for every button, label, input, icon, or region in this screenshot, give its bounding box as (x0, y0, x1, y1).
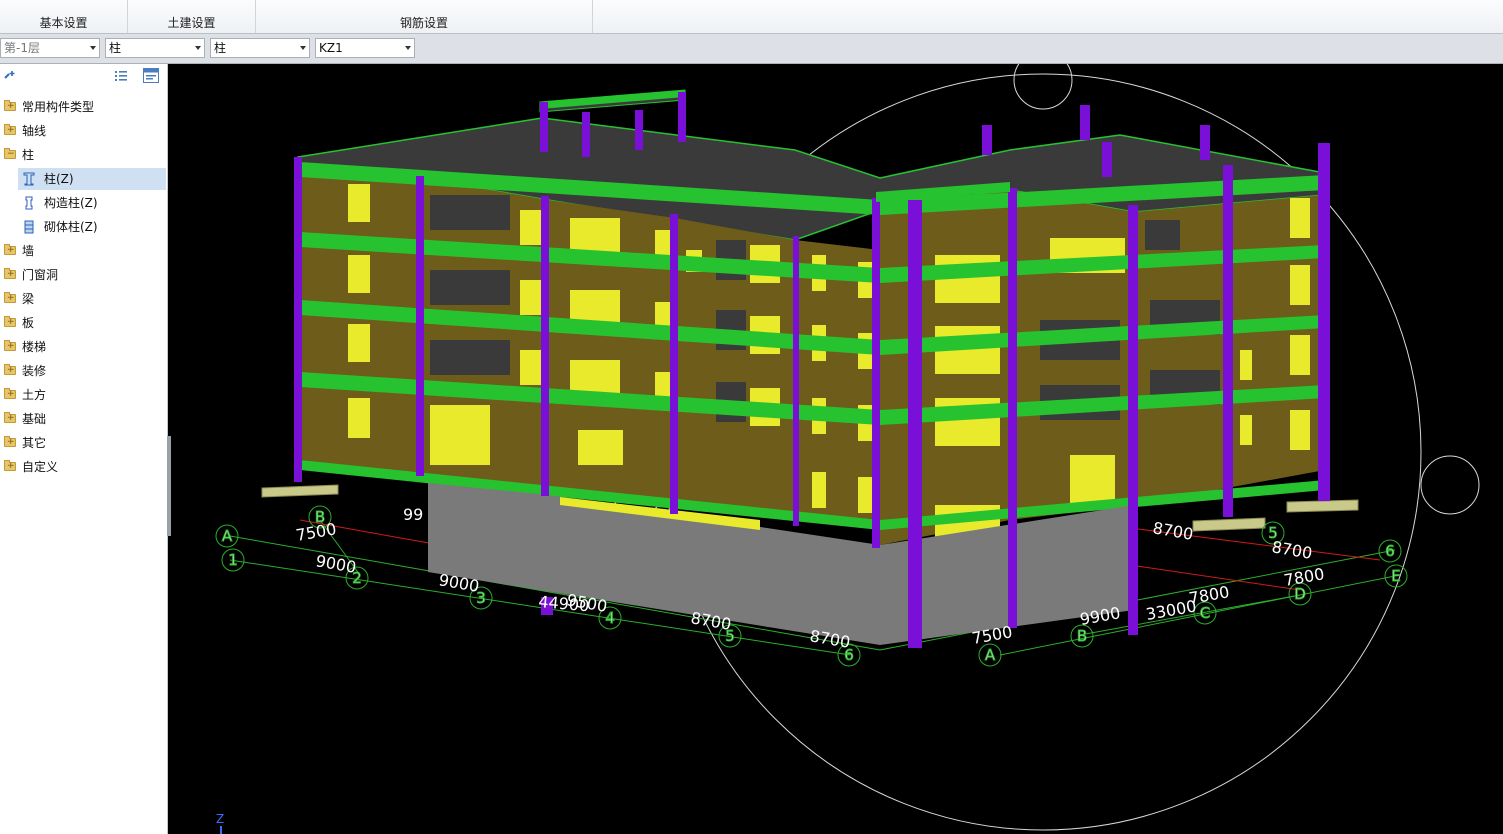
floor-select-value: 第-1层 (4, 41, 40, 55)
folder-icon: + (4, 316, 16, 327)
dim-label: 7500 (294, 519, 337, 545)
tree-node-label: 柱(Z) (44, 172, 74, 186)
axis-indicator: Z (216, 812, 224, 834)
axis-bubble-label: 6 (1385, 542, 1395, 560)
tree-node-masonry-column[interactable]: 砌体柱(Z) (0, 216, 166, 238)
ribbon-group-civil[interactable]: 土建设置 (128, 0, 256, 33)
tree-node-label: 轴线 (22, 124, 47, 138)
type-select-value: 柱 (214, 41, 227, 55)
component-select[interactable]: KZ1 (315, 38, 415, 58)
dim-label: 7800 (1282, 564, 1325, 590)
axis-bubble-label: 1 (228, 551, 238, 569)
folder-icon: + (4, 388, 16, 399)
axis-bubble-label: B (1077, 627, 1087, 645)
masonry-column-icon (24, 220, 34, 234)
tree-node-slab[interactable]: + 板 (0, 312, 166, 334)
orbit-handle-top[interactable] (1013, 64, 1073, 110)
tree-node-beam[interactable]: + 梁 (0, 288, 166, 310)
tree-node-label: 常用构件类型 (22, 100, 95, 114)
tree-node-axis[interactable]: + 轴线 (0, 120, 166, 142)
tree-node-column-z[interactable]: 柱(Z) (18, 168, 166, 190)
tree-node-label: 其它 (22, 436, 47, 450)
tree-node-label: 墙 (22, 244, 35, 258)
dim-label: 7800 (1187, 582, 1230, 608)
dim-label: 8700 (1270, 537, 1313, 563)
chevron-down-icon (405, 46, 411, 50)
folder-icon: + (4, 292, 16, 303)
tree-node-stairs[interactable]: + 楼梯 (0, 336, 166, 358)
tree-node-constructional-column[interactable]: 构造柱(Z) (0, 192, 166, 214)
category-select-value: 柱 (109, 41, 122, 55)
axis-bubble[interactable]: A (978, 643, 1002, 667)
axis-bubble[interactable]: 6 (1378, 539, 1402, 563)
tree-node-earthwork[interactable]: + 土方 (0, 384, 166, 406)
tree-node-custom[interactable]: + 自定义 (0, 456, 166, 478)
folder-icon: + (4, 364, 16, 375)
folder-icon: + (4, 412, 16, 423)
component-tree-panel: + 常用构件类型 + 轴线 − 柱 柱(Z) 构造柱(Z) 砌体柱(Z) + 墙 + 门窗… (0, 64, 168, 834)
folder-open-icon: − (4, 148, 16, 159)
axis-bubble[interactable]: 1 (221, 548, 245, 572)
category-select[interactable]: 柱 (105, 38, 205, 58)
type-select[interactable]: 柱 (210, 38, 310, 58)
tree-node-other[interactable]: + 其它 (0, 432, 166, 454)
tree-node-common-types[interactable]: + 常用构件类型 (0, 96, 166, 118)
axis-bubble-label: E (1391, 567, 1400, 585)
chevron-down-icon (195, 46, 201, 50)
tree-node-label: 砌体柱(Z) (44, 220, 98, 234)
axis-bubble-label: C (1200, 604, 1210, 622)
component-select-value: KZ1 (319, 41, 343, 55)
axis-bubble-label: A (985, 646, 996, 664)
tree-node-finishes[interactable]: + 装修 (0, 360, 166, 382)
model-3d-viewport[interactable]: A 1 B 2 3 4 5 6 A B C D E 5 6 7500 9000 … (171, 64, 1503, 834)
tree-node-label: 构造柱(Z) (44, 196, 98, 210)
ribbon-group-basic-label: 基本设置 (39, 16, 88, 30)
tree-node-openings[interactable]: + 门窗洞 (0, 264, 166, 286)
folder-icon: + (4, 460, 16, 471)
axis-indicator-label: Z (216, 812, 224, 826)
ribbon-group-basic[interactable]: 基本设置 (0, 0, 128, 33)
dim-label: 99 (403, 505, 423, 524)
tree-toolbar (0, 64, 167, 89)
tree-node-label: 柱 (22, 148, 35, 162)
folder-icon: + (4, 436, 16, 447)
constructional-column-icon (25, 196, 33, 210)
tree-node-column[interactable]: − 柱 (0, 144, 166, 166)
ribbon-group-rebar-label: 钢筋设置 (399, 16, 448, 30)
axis-bubble[interactable]: E (1384, 564, 1408, 588)
folder-icon: + (4, 244, 16, 255)
ribbon: 基本设置 土建设置 钢筋设置 (0, 0, 1503, 34)
tree-node-label: 门窗洞 (22, 268, 59, 282)
tree-node-label: 板 (22, 316, 35, 330)
folder-icon: + (4, 100, 16, 111)
folder-icon: + (4, 268, 16, 279)
dim-label: 9000 (314, 551, 357, 577)
axis-bubble-label: 4 (605, 609, 615, 627)
list-view-icon[interactable] (114, 69, 128, 83)
tree-node-wall[interactable]: + 墙 (0, 240, 166, 262)
tree-node-label: 装修 (22, 364, 47, 378)
tree-node-label: 楼梯 (22, 340, 47, 354)
axis-bubble-label: A (222, 527, 233, 545)
chevron-down-icon (300, 46, 306, 50)
tree-node-label: 土方 (22, 388, 47, 402)
ribbon-group-civil-label: 土建设置 (167, 16, 216, 30)
dim-label: 8700 (1151, 518, 1194, 544)
building-model[interactable]: A 1 B 2 3 4 5 6 A B C D E 5 6 7500 9000 … (171, 64, 1503, 834)
column-icon (23, 172, 35, 186)
folder-icon: + (4, 340, 16, 351)
chevron-down-icon (90, 46, 96, 50)
tree-node-label: 梁 (22, 292, 35, 306)
tree-node-label: 自定义 (22, 460, 59, 474)
ribbon-group-rebar[interactable]: 钢筋设置 (256, 0, 593, 33)
selection-toolbar: 第-1层 柱 柱 KZ1 (0, 34, 1503, 64)
tree-node-label: 基础 (22, 412, 47, 426)
properties-view-icon[interactable] (143, 68, 159, 83)
floor-select[interactable]: 第-1层 (0, 38, 100, 58)
axis-bubble[interactable]: A (215, 524, 239, 548)
orbit-handle-right[interactable] (1420, 455, 1480, 515)
tree-node-foundation[interactable]: + 基础 (0, 408, 166, 430)
folder-icon: + (4, 124, 16, 135)
new-component-icon[interactable] (3, 69, 17, 83)
